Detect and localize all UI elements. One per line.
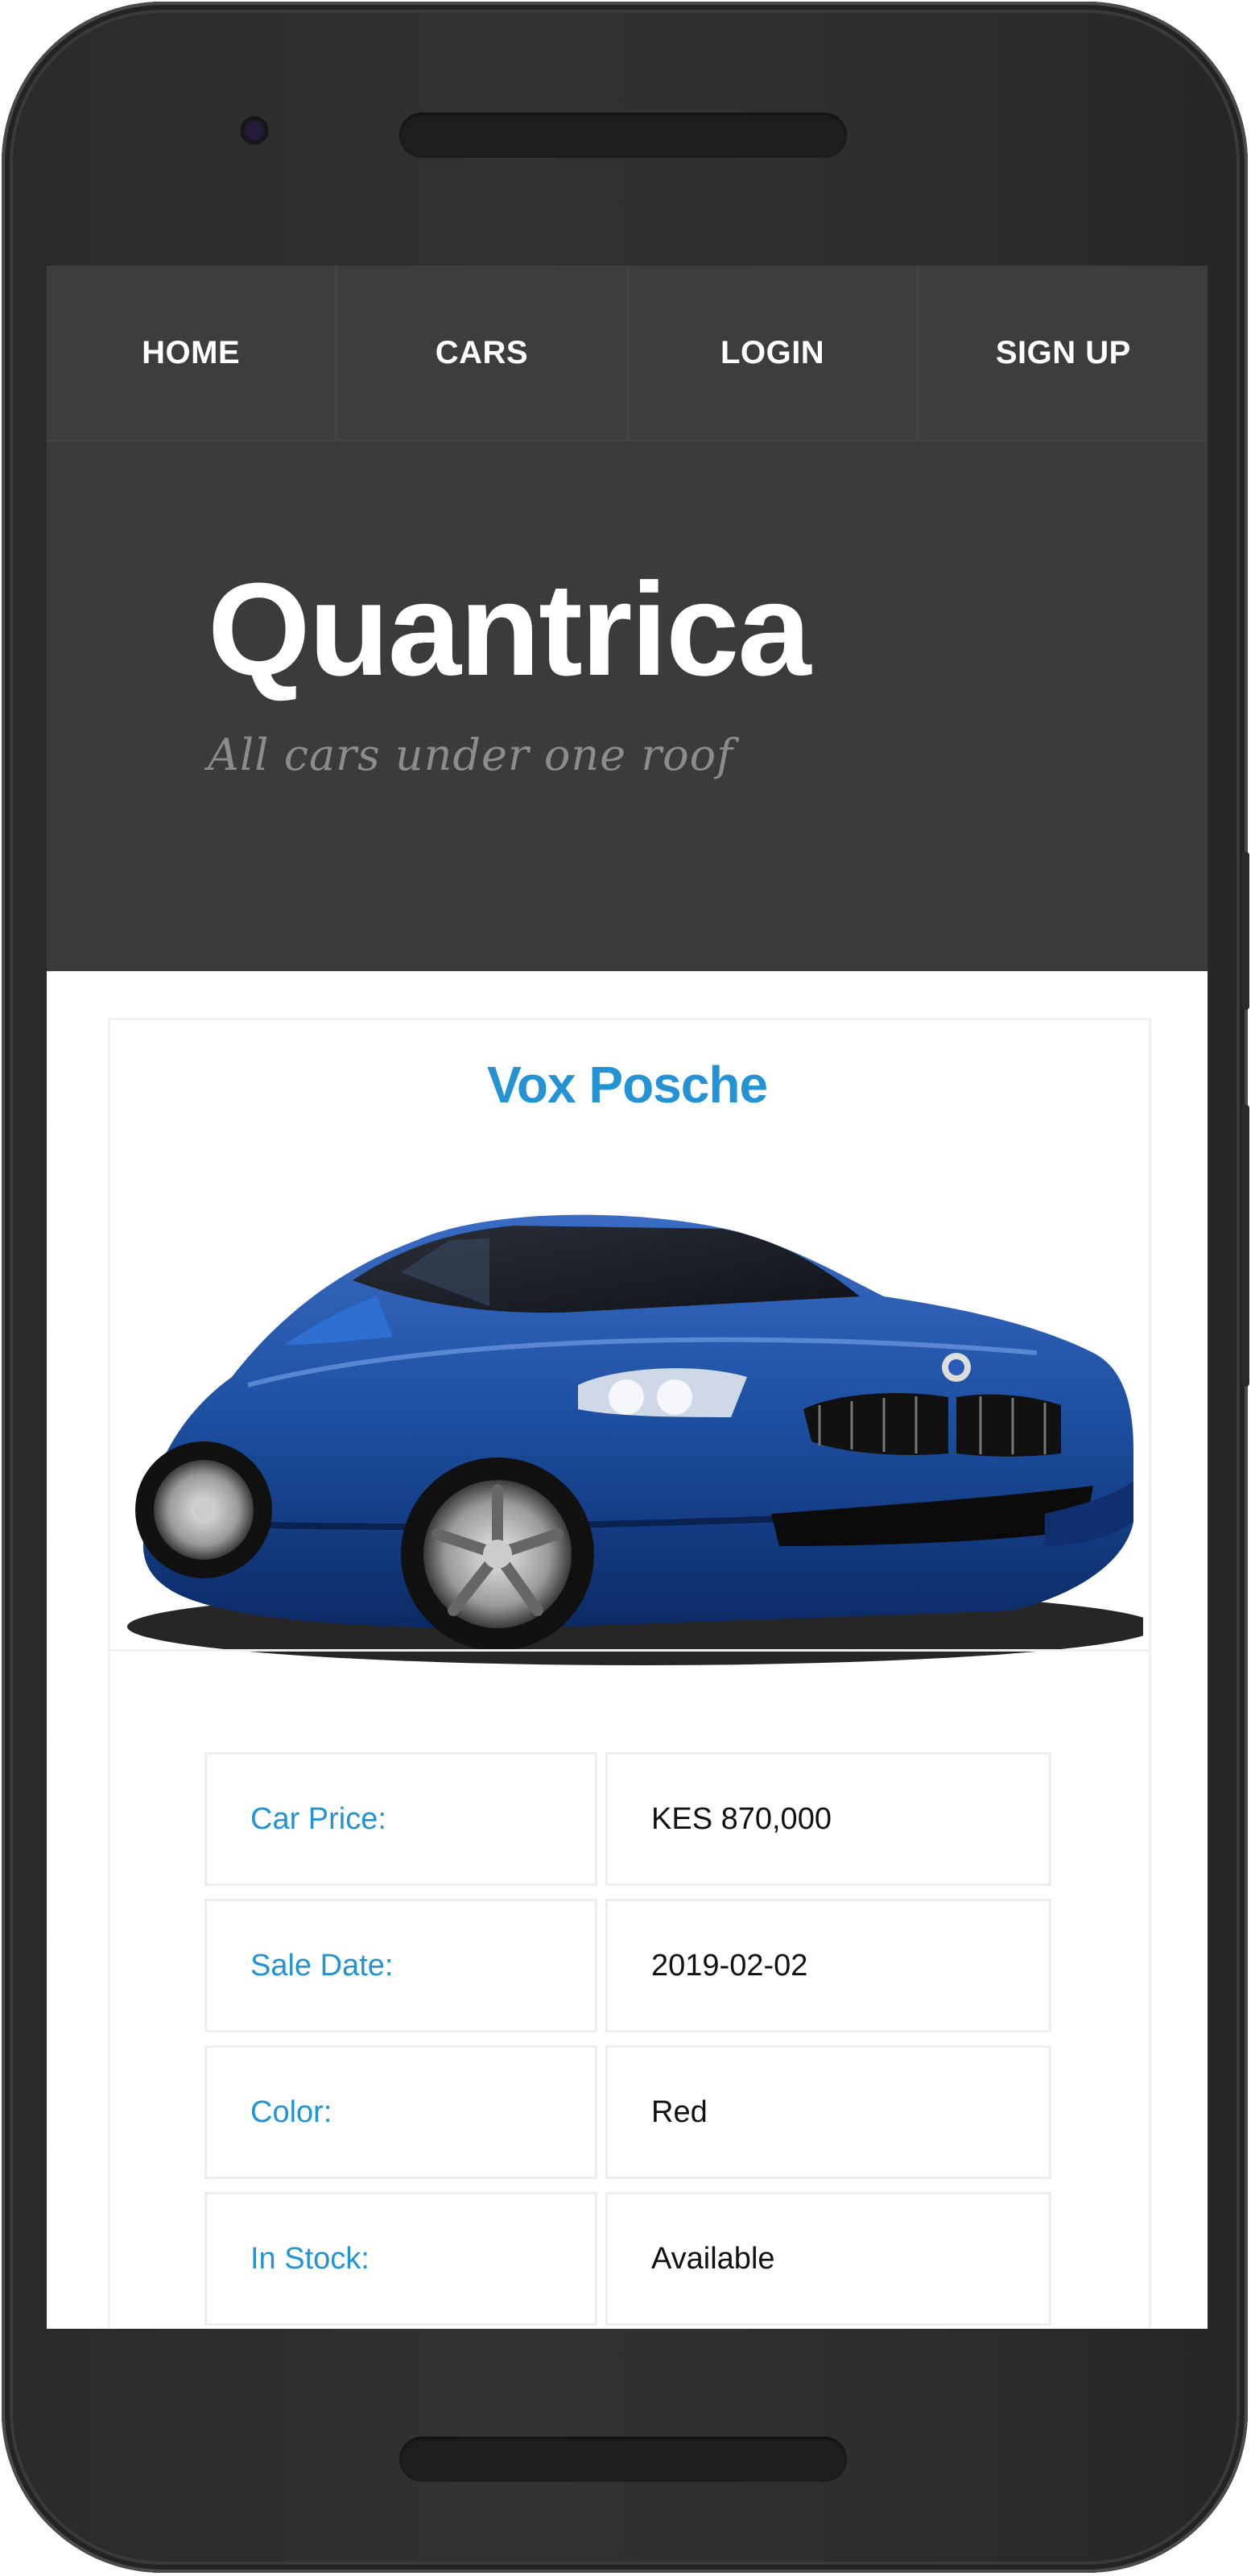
top-speaker [399,113,847,158]
detail-row-in-stock: In Stock: Available [204,2192,1051,2329]
detail-label: Car Price: [204,1752,597,1886]
detail-row-sale-date: Sale Date: 2019-02-02 [204,1899,1051,2036]
site-tagline: All cars under one roof [208,730,734,780]
main-nav: HOME CARS LOGIN SIGN UP [47,266,1208,441]
nav-login[interactable]: LOGIN [628,266,919,440]
car-photo-icon [127,1214,1143,1665]
detail-value: KES 870,000 [605,1752,1051,1886]
detail-value: 2019-02-02 [605,1899,1051,2032]
front-camera-icon [240,116,269,145]
detail-label: Sale Date: [204,1899,597,2032]
site-header: HOME CARS LOGIN SIGN UP Quantrica All ca… [47,266,1208,971]
volume-button [1241,1105,1249,1387]
site-brand[interactable]: Quantrica [208,564,811,696]
detail-row-color: Color: Red [204,2045,1051,2182]
detail-label: In Stock: [204,2192,597,2326]
card-divider [108,1649,1151,1652]
nav-cars[interactable]: CARS [337,266,629,440]
detail-value: Available [605,2192,1051,2326]
phone-frame: HOME CARS LOGIN SIGN UP Quantrica All ca… [2,2,1249,2573]
power-button [1241,852,1249,1010]
nav-home[interactable]: HOME [47,266,338,440]
detail-row-price: Car Price: KES 870,000 [204,1752,1051,1889]
car-title: Vox Posche [486,1056,768,1114]
nav-sign-up[interactable]: SIGN UP [919,266,1208,440]
detail-label: Color: [204,2045,597,2179]
detail-value: Red [605,2045,1051,2179]
bottom-speaker [399,2437,847,2482]
screen: HOME CARS LOGIN SIGN UP Quantrica All ca… [47,266,1208,2329]
